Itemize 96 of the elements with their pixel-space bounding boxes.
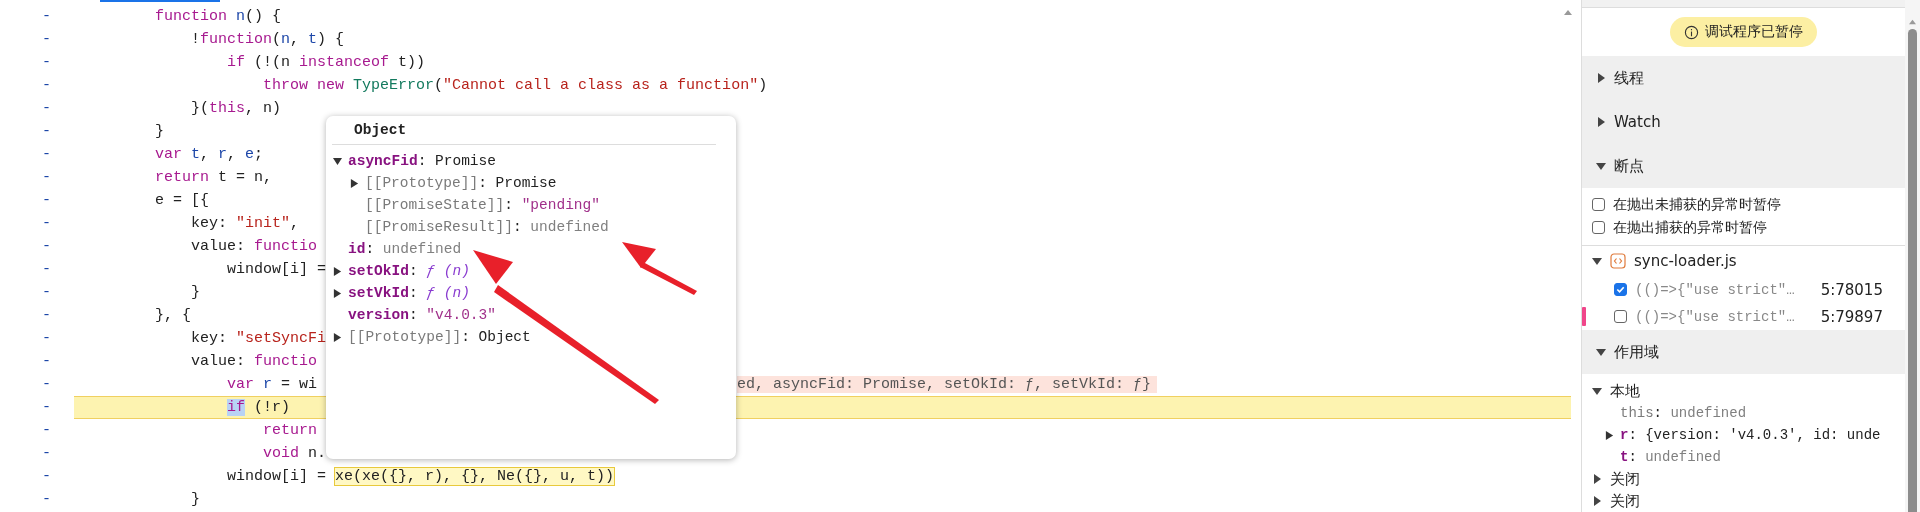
gutter-mark: - [41,445,52,462]
code-line: throw new TypeError("Cannot call a class as a function") [262,77,768,94]
scope-variable: t: undefined [1620,449,1721,465]
code-line: key: "init", [190,215,300,232]
breakpoint-code: (()=>{"use strict"… [1635,281,1795,298]
gutter-mark: - [41,307,52,324]
info-icon [1684,24,1699,40]
gutter-mark: - [41,468,52,485]
expand-icon[interactable] [1592,474,1602,484]
inline-value: ed, asyncFid: Promise, setOkId: ƒ, setVkId: ƒ} [737,376,1158,393]
property-entry: version: "v4.0.3" [348,307,496,323]
gutter-mark: - [41,169,52,186]
popover-title: Object [353,121,407,140]
section-header[interactable]: Watch [1582,100,1905,144]
scroll-up-icon[interactable] [1908,18,1917,25]
scrollbar-thumb[interactable] [1908,29,1917,512]
section-title: Watch [1614,113,1661,131]
property-entry: [[Prototype]]: Object [348,329,531,345]
breakpoint-location: 5:79897 [1820,307,1883,326]
expand-icon[interactable] [350,178,359,188]
code-line: return t = n, [154,169,273,186]
gutter-mark: - [41,284,52,301]
code-line: if (!r) [226,399,291,416]
code-line: }(this, n) [190,100,282,117]
gutter-mark: - [41,376,52,393]
section-title: 断点 [1614,156,1644,176]
code-line: !function(n, t) { [190,31,345,48]
collapse-icon[interactable] [1592,256,1602,266]
property-entry: [[PromiseResult]]: undefined [365,219,609,235]
gutter-mark: - [41,8,52,25]
scope-group: 本地 [1610,381,1640,401]
code-line: window[i] = [226,261,327,278]
option-label: 在抛出捕获的异常时暂停 [1613,218,1767,237]
code-line: value: functio [190,238,318,255]
code-line: window[i] = xe(xe({}, r), {}, Ne({}, u, t)) [226,468,615,485]
gutter-mark: - [41,215,52,232]
collapse-icon[interactable] [1592,386,1602,396]
expand-icon[interactable] [333,288,342,298]
gutter-mark: - [41,146,52,163]
code-line: value: functio [190,353,318,370]
file-icon [1610,253,1626,269]
checkbox[interactable] [1614,283,1627,296]
code-line: } [154,123,164,140]
section-header[interactable]: 线程 [1582,56,1905,100]
scope-variable: this: undefined [1620,405,1747,421]
code-line: } [190,491,201,508]
gutter-mark: - [41,261,52,278]
property-entry: setOkId: ƒ (n) [348,263,470,279]
gutter-mark: - [41,491,52,508]
code-line: var r = wi [226,376,318,393]
checkbox[interactable] [1592,198,1605,211]
property-entry: id: undefined [348,241,462,257]
code-line: if (!(n instanceof t)) [226,54,426,71]
gutter-mark: - [41,123,52,140]
gutter-mark: - [41,54,52,71]
gutter-mark: - [41,100,52,117]
property-entry: [[Prototype]]: Promise [365,175,557,191]
code-line: }, { [154,307,192,324]
checkbox[interactable] [1614,310,1627,323]
file-name: sync-loader.js [1634,252,1737,270]
gutter-mark: - [41,238,52,255]
scroll-up-icon[interactable] [1563,8,1573,16]
code-line: var t, r, e; [154,146,264,163]
code-line: return [262,422,318,439]
section-title: 线程 [1614,68,1644,88]
badge-text: 调试程序已暂停 [1705,23,1803,41]
breakpoint-location: 5:78015 [1820,280,1883,299]
scope-variable: r: {version: 'v4.0.3', id: unde [1620,427,1881,443]
gutter-mark: - [41,192,52,209]
expand-icon[interactable] [333,332,342,342]
expand-icon[interactable] [1605,430,1614,440]
code-line: function n() { [154,8,282,25]
scope-group: 关闭 [1610,469,1640,489]
expand-icon[interactable] [333,266,342,276]
property-entry: asyncFid: Promise [348,153,496,169]
code-line: void n. [262,445,327,462]
section-header[interactable]: 作用域 [1582,330,1905,374]
gutter-mark: - [41,330,52,347]
collapse-icon[interactable] [333,156,342,166]
property-entry: [[PromiseState]]: "pending" [365,197,600,213]
gutter-mark: - [41,422,52,439]
code-line: } [190,284,201,301]
checkbox[interactable] [1592,221,1605,234]
section-header[interactable]: 断点 [1582,144,1905,188]
gutter-mark: - [41,353,52,370]
property-entry: setVkId: ƒ (n) [348,285,470,301]
code-line: key: "setSyncFi [190,330,327,347]
breakpoint-code: (()=>{"use strict"… [1635,308,1795,325]
gutter-mark: - [41,77,52,94]
option-label: 在抛出未捕获的异常时暂停 [1613,195,1781,214]
gutter-mark: - [41,31,52,48]
code-line: e = [{ [154,192,210,209]
scope-group: 关闭 [1610,491,1640,511]
section-title: 作用域 [1614,342,1659,362]
gutter-mark: - [41,399,52,416]
expand-icon[interactable] [1592,496,1602,506]
